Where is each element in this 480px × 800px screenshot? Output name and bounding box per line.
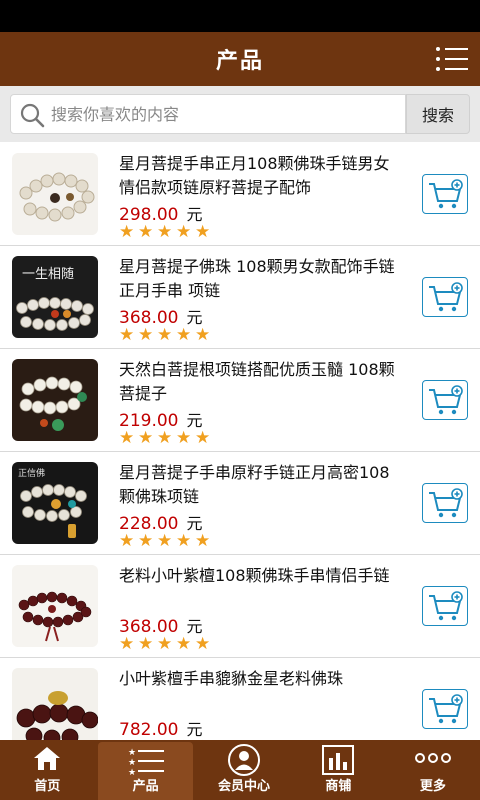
tab-label: 更多	[419, 779, 446, 794]
search-input[interactable]	[51, 101, 391, 127]
thumb-label: 一生相随	[22, 267, 74, 282]
tab-member-center[interactable]: 会员中心	[197, 740, 291, 800]
star-icon: ★	[195, 325, 211, 345]
product-name[interactable]: 老料小叶紫檀108颗佛珠手串情侣手链	[119, 564, 405, 588]
add-to-cart-button[interactable]	[422, 277, 468, 317]
home-icon	[34, 747, 61, 770]
product-name[interactable]: 小叶紫檀手串貔貅金星老料佛珠	[119, 667, 405, 691]
star-icon: ★	[176, 428, 192, 448]
star-icon: ★	[138, 634, 154, 654]
product-thumbnail	[12, 668, 98, 740]
add-to-cart-button[interactable]	[422, 483, 468, 523]
rating-stars: ★★★★★	[119, 531, 212, 551]
star-icon: ★	[195, 222, 211, 242]
tab-label: 产品	[132, 779, 159, 794]
star-icon: ★	[138, 325, 154, 345]
star-icon: ★	[176, 634, 192, 654]
product-name[interactable]: 天然白菩提根项链搭配优质玉髓 108颗菩提子	[119, 358, 405, 406]
tab-bar: 首页 ★ ★ ★ 产品 会员中心 商铺 更多	[0, 740, 480, 800]
rating-stars: ★★★★★	[119, 222, 212, 242]
product-list: 星月菩提手串正月108颗佛珠手链男女情侣款项链原籽菩提子配饰 298.00 元 ★…	[0, 143, 480, 740]
page-title: 产品	[215, 49, 264, 74]
star-icon: ★	[195, 634, 211, 654]
svg-text:★: ★	[128, 758, 136, 768]
tab-more[interactable]: 更多	[386, 740, 480, 800]
search-box	[10, 94, 406, 134]
tab-products[interactable]: ★ ★ ★ 产品	[98, 742, 193, 800]
cart-icon	[429, 488, 463, 518]
star-icon: ★	[157, 222, 173, 242]
search-icon	[20, 103, 45, 128]
product-item[interactable]: 老料小叶紫檀108颗佛珠手串情侣手链 368.00 元 ★ ★ ★ ★ ★	[0, 555, 480, 658]
search-button[interactable]: 搜索	[406, 94, 470, 134]
cart-icon	[429, 282, 463, 312]
rating-stars: ★★★★★	[119, 634, 212, 654]
cart-icon	[429, 591, 463, 621]
star-icon: ★	[195, 531, 211, 551]
product-thumbnail	[12, 359, 98, 441]
star-icon: ★	[138, 531, 154, 551]
menu-icon[interactable]	[436, 44, 468, 74]
tab-shop[interactable]: 商铺	[291, 740, 385, 800]
star-icon: ★	[157, 634, 173, 654]
star-icon: ★	[119, 428, 135, 448]
thumb-label: 正信佛	[18, 467, 45, 479]
more-icon	[414, 753, 451, 763]
status-bar	[0, 0, 480, 32]
product-thumbnail	[12, 565, 98, 647]
product-item[interactable]: 星月菩提手串正月108颗佛珠手链男女情侣款项链原籽菩提子配饰 298.00 元 ★…	[0, 143, 480, 246]
tab-label: 会员中心	[218, 779, 271, 794]
star-icon: ★	[195, 428, 211, 448]
list-icon: ★ ★ ★	[128, 748, 164, 776]
app-header: 产品	[0, 32, 480, 86]
product-item[interactable]: 一生相随 星月菩提子佛珠 108颗男女款配饰手链 正月手串 项链 368.00 元…	[0, 246, 480, 349]
product-thumbnail: 一生相随	[12, 256, 98, 338]
star-icon: ★	[119, 222, 135, 242]
product-item[interactable]: 小叶紫檀手串貔貅金星老料佛珠 782.00元 ★★★★★	[0, 658, 480, 740]
product-thumbnail: 正信佛	[12, 462, 98, 544]
product-thumbnail	[12, 153, 98, 235]
star-icon: ★	[176, 222, 192, 242]
tab-label: 首页	[34, 779, 61, 794]
rating-stars: ★★★★★	[119, 325, 212, 345]
shop-icon	[322, 745, 355, 775]
cart-icon	[429, 179, 463, 209]
star-icon: ★	[176, 325, 192, 345]
tab-label: 商铺	[325, 779, 352, 794]
star-icon: ★	[157, 428, 173, 448]
star-icon: ★	[138, 222, 154, 242]
user-icon	[228, 744, 261, 776]
cart-icon	[429, 694, 463, 724]
star-icon: ★	[138, 428, 154, 448]
star-icon: ★	[157, 531, 173, 551]
product-item[interactable]: 天然白菩提根项链搭配优质玉髓 108颗菩提子 219.00 元 ★ ★ ★ ★ ★	[0, 349, 480, 452]
add-to-cart-button[interactable]	[422, 380, 468, 420]
add-to-cart-button[interactable]	[422, 174, 468, 214]
product-item[interactable]: 正信佛 星月菩提子手串原籽手链正月高密108颗佛珠项链 228.00 元 ★ ★ ★ ★…	[0, 452, 480, 555]
star-icon: ★	[176, 531, 192, 551]
product-name[interactable]: 星月菩提子佛珠 108颗男女款配饰手链 正月手串 项链	[119, 255, 405, 303]
svg-text:★: ★	[128, 748, 136, 758]
product-name[interactable]: 星月菩提手串正月108颗佛珠手链男女情侣款项链原籽菩提子配饰	[119, 152, 405, 200]
product-name[interactable]: 星月菩提子手串原籽手链正月高密108颗佛珠项链	[119, 461, 405, 509]
add-to-cart-button[interactable]	[422, 586, 468, 626]
cart-icon	[429, 385, 463, 415]
tab-home[interactable]: 首页	[0, 740, 94, 800]
star-icon: ★	[157, 325, 173, 345]
svg-text:★: ★	[128, 768, 136, 776]
add-to-cart-button[interactable]	[422, 689, 468, 729]
rating-stars: ★★★★★	[119, 428, 212, 448]
star-icon: ★	[119, 531, 135, 551]
star-icon: ★	[119, 325, 135, 345]
search-bar: 搜索	[0, 86, 480, 142]
star-icon: ★	[119, 634, 135, 654]
